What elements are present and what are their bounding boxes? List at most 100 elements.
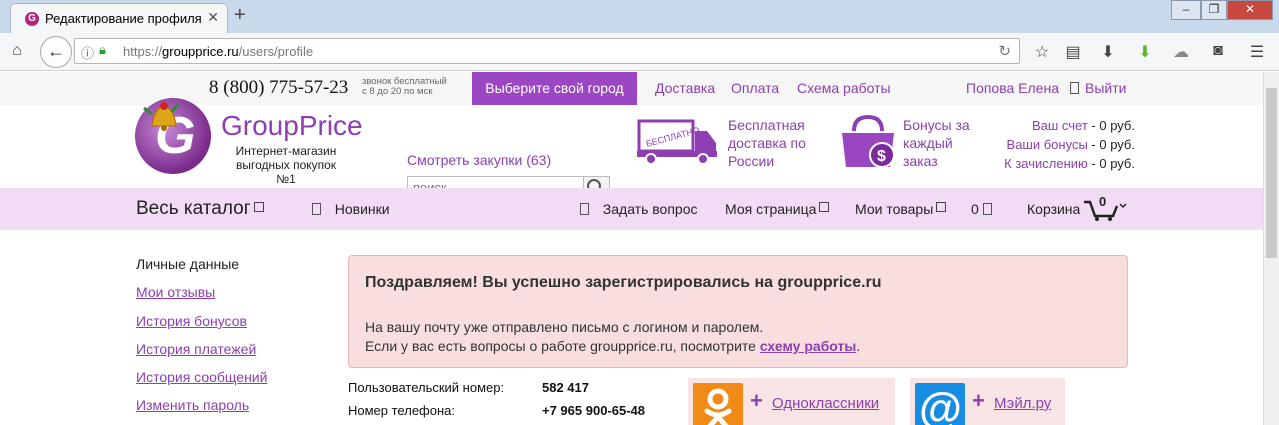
odnoklassniki-connect[interactable]: + Одноклассники <box>688 378 895 425</box>
menu-icon[interactable]: ☰ <box>1246 42 1268 62</box>
address-bar[interactable]: ⓘ 🔒︎ https://groupprice.ru/users/profile… <box>74 38 1020 64</box>
my-page-icon <box>819 202 830 212</box>
sidebar-item-bonus-history[interactable]: История бонусов <box>136 313 247 329</box>
cart-icon[interactable]: 0 <box>1082 194 1130 222</box>
purchases-link[interactable]: Смотреть закупки (63) <box>407 152 551 168</box>
logout-label: Выйти <box>1085 80 1127 96</box>
my-goods-link[interactable]: Мои товары <box>855 201 947 217</box>
delivery-line1: Бесплатная <box>728 117 805 133</box>
download-helper-icon[interactable]: ⬇ <box>1134 42 1156 62</box>
account-pending-link[interactable]: К зачислению <box>1004 156 1088 171</box>
downloads-icon[interactable]: ⬇ <box>1097 42 1119 62</box>
tab-title: Редактирование профиля <box>45 11 202 26</box>
ask-question-label: Задать вопрос <box>602 201 698 217</box>
holiday-bell-icon <box>143 102 180 131</box>
messages-count[interactable]: 0 <box>971 201 998 217</box>
cart-label: Корзина <box>1027 201 1081 217</box>
mailru-connect[interactable]: @ + Мэйл.ру <box>910 378 1065 425</box>
new-items-icon <box>312 203 321 215</box>
phone-label: Номер телефона: <box>348 403 455 418</box>
plus-icon: + <box>750 388 763 413</box>
how-it-works-alert-link[interactable]: схему работы <box>760 338 857 354</box>
my-page-link[interactable]: Моя страница <box>725 201 830 217</box>
account-balance-link[interactable]: Ваш счет <box>1032 118 1088 133</box>
phone-note-line2: с 8 до 20 по мск <box>362 86 433 97</box>
delivery-line2: доставка по <box>728 135 806 151</box>
logout-icon <box>1070 82 1079 94</box>
account-bonus-link[interactable]: Ваши бонусы <box>1007 137 1088 152</box>
odnoklassniki-label: Одноклассники <box>772 395 880 412</box>
mailru-icon: @ <box>915 383 965 425</box>
alert-line1: На вашу почту уже отправлено письмо с ло… <box>365 319 764 335</box>
ask-question-icon <box>580 203 589 215</box>
bookmark-star-icon[interactable]: ☆ <box>1031 42 1053 62</box>
brand-price: Price <box>298 110 363 141</box>
slogan: Интернет-магазин выгодных покупок №1 <box>226 144 346 186</box>
user-number-label: Пользовательский номер: <box>348 380 505 395</box>
new-items-label: Новинки <box>334 201 390 217</box>
account-bonus-value: - 0 руб. <box>1091 137 1135 152</box>
alert-title: Поздравляем! Вы успешно зарегистрировали… <box>365 274 882 291</box>
user-number-value: 582 417 <box>542 380 589 395</box>
bonus-line1: Бонусы за <box>903 117 970 133</box>
ask-question-link[interactable]: Задать вопрос <box>580 201 698 217</box>
reading-list-icon[interactable]: ▤ <box>1062 42 1084 62</box>
user-name-link[interactable]: Попова Елена <box>966 80 1059 96</box>
lock-icon: 🔒︎ <box>99 42 106 57</box>
delivery-link[interactable]: Доставка <box>655 80 715 96</box>
minimize-icon[interactable]: – <box>1171 0 1201 20</box>
reload-icon[interactable]: ↻ <box>998 42 1011 60</box>
cart-link[interactable]: Корзина <box>1027 201 1080 217</box>
payment-link[interactable]: Оплата <box>731 80 779 96</box>
my-goods-label: Мои товары <box>855 201 934 217</box>
bonus-text[interactable]: Бонусы за каждый заказ <box>903 116 970 170</box>
extension-icon[interactable]: ◙ <box>1207 42 1229 60</box>
browser-tab[interactable]: G Редактирование профиля ✕ <box>10 3 228 33</box>
account-pending-row: К зачислению - 0 руб. <box>1004 156 1135 171</box>
my-goods-icon <box>936 202 947 212</box>
sidebar-item-payment-history[interactable]: История платежей <box>136 341 256 357</box>
logout-link[interactable]: Выйти <box>1070 80 1126 96</box>
account-balance-row: Ваш счет - 0 руб. <box>1032 118 1135 133</box>
catalog-icon <box>253 202 264 212</box>
free-delivery-text[interactable]: Бесплатная доставка по России <box>728 116 806 170</box>
sync-icon[interactable]: ☁ <box>1170 42 1192 62</box>
brand-name[interactable]: GroupPrice <box>221 110 363 142</box>
page-scrollbar[interactable] <box>1263 72 1279 425</box>
info-icon[interactable]: ⓘ <box>81 43 94 62</box>
sidebar-item-message-history[interactable]: История сообщений <box>136 369 267 385</box>
messages-count-value: 0 <box>971 201 979 217</box>
choose-city-button[interactable]: Выберите свой город <box>472 72 637 105</box>
sidebar-item-change-password[interactable]: Изменить пароль <box>136 397 249 413</box>
top-strip: 8 (800) 775-57-23 звонок бесплатный с 8 … <box>0 72 1263 105</box>
bonus-line3: заказ <box>903 153 938 169</box>
messages-icon <box>982 203 992 215</box>
window-close-icon[interactable]: ✕ <box>1227 0 1273 20</box>
catalog-label: Весь каталог <box>136 198 251 219</box>
sidebar-item-reviews[interactable]: Мои отзывы <box>136 284 215 300</box>
back-button[interactable]: ← <box>40 36 72 68</box>
alert-line2-text: Если у вас есть вопросы о работе grouppr… <box>365 338 760 354</box>
sidebar-item-personal-data: Личные данные <box>136 256 240 272</box>
new-tab-icon[interactable]: + <box>234 4 246 27</box>
maximize-icon[interactable]: ❐ <box>1201 0 1227 20</box>
odnoklassniki-icon <box>693 383 743 425</box>
bonus-bag-icon: $ <box>842 114 895 168</box>
alert-line2-suffix: . <box>856 338 861 354</box>
delivery-line3: России <box>728 153 775 169</box>
how-it-works-link[interactable]: Схема работы <box>797 80 891 96</box>
bonus-line2: каждый <box>903 135 953 151</box>
slogan-line2: выгодных покупок №1 <box>235 158 337 186</box>
scrollbar-thumb[interactable] <box>1266 88 1277 258</box>
alert-line2: Если у вас есть вопросы о работе grouppr… <box>365 338 860 354</box>
account-balance-value: - 0 руб. <box>1091 118 1135 133</box>
home-icon[interactable]: ⌂ <box>6 42 28 60</box>
registration-success-alert: Поздравляем! Вы успешно зарегистрировали… <box>348 255 1128 368</box>
new-items-link[interactable]: Новинки <box>312 201 390 217</box>
browser-tabbar: G Редактирование профиля ✕ + – ❐ ✕ <box>0 0 1279 33</box>
bonus-currency-symbol: $ <box>877 148 886 165</box>
phone-note: звонок бесплатный с 8 до 20 по мск <box>362 77 447 97</box>
site-favicon-icon: G <box>25 12 39 26</box>
close-tab-icon[interactable]: ✕ <box>207 9 219 26</box>
all-catalog-button[interactable]: Весь каталог <box>136 198 264 220</box>
